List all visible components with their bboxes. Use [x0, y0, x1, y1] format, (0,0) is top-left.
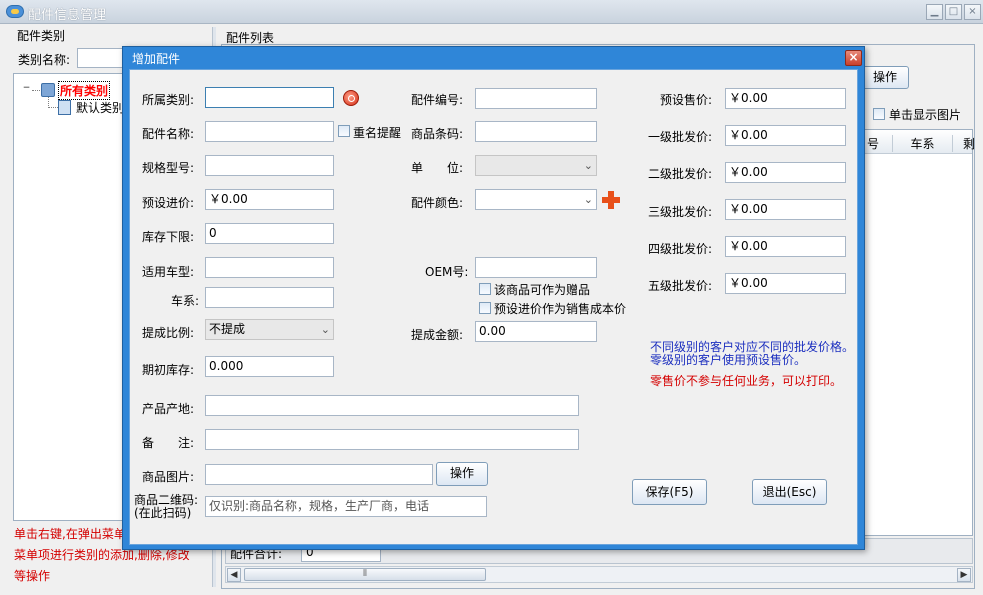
opening-stock-label: 期初库存: — [142, 363, 195, 377]
retail-price-input[interactable]: ￥0.00 — [725, 88, 846, 109]
part-name-label: 配件名称: — [142, 127, 195, 141]
scroll-thumb[interactable]: ⦀ — [244, 568, 486, 581]
oem-input[interactable] — [475, 257, 597, 278]
vehicle-input[interactable] — [205, 257, 334, 278]
wholesale-price-1-input[interactable]: ￥0.00 — [725, 125, 846, 146]
category-name-label: 类别名称: — [18, 53, 71, 67]
horizontal-scrollbar[interactable]: ◀ ⦀ ▶ — [225, 566, 973, 583]
maximize-button[interactable]: □ — [945, 4, 962, 20]
window-title: 配件信息管理 — [28, 8, 107, 23]
spec-label: 规格型号: — [142, 161, 195, 175]
tree-connector — [48, 107, 58, 108]
save-button[interactable]: 保存(F5) — [632, 479, 707, 505]
category-label: 所属类别: — [142, 93, 195, 107]
cost-price-label: 预设进价: — [142, 196, 195, 210]
part-number-label: 配件编号: — [411, 93, 464, 107]
close-window-button[interactable]: × — [964, 4, 981, 20]
scroll-right-icon[interactable]: ▶ — [957, 568, 971, 582]
chevron-down-icon: ⌄ — [583, 193, 593, 206]
image-path-input[interactable] — [205, 464, 433, 485]
barcode-label: 商品条码: — [411, 127, 464, 141]
wholesale-price-5-input[interactable]: ￥0.00 — [725, 273, 846, 294]
wholesale-price-2-input[interactable]: ￥0.00 — [725, 162, 846, 183]
barcode-input[interactable] — [475, 121, 597, 142]
tree-collapse-icon[interactable]: − — [21, 84, 32, 95]
min-stock-label: 库存下限: — [142, 230, 195, 244]
retail-price-note: 零售价不参与任何业务，可以打印。 — [650, 374, 843, 388]
column-header[interactable]: 车系 — [892, 135, 952, 152]
chevron-down-icon: ⌄ — [583, 159, 593, 172]
opening-stock-input[interactable]: 0.000 — [205, 356, 334, 377]
tree-item-default-category[interactable]: 默认类别 — [76, 99, 124, 116]
category-icon — [58, 100, 71, 115]
scroll-left-icon[interactable]: ◀ — [227, 568, 241, 582]
single-click-image-checkbox[interactable] — [873, 108, 885, 120]
wholesale-price-2-label: 二级批发价: — [648, 167, 713, 181]
exit-button[interactable]: 退出(Esc) — [752, 479, 827, 505]
qr-code-label-line: (在此扫码) — [134, 506, 192, 520]
chevron-down-icon: ⌄ — [320, 323, 330, 336]
cost-price-input[interactable]: ￥0.00 — [205, 189, 334, 210]
unit-select[interactable]: ⌄ — [475, 155, 597, 176]
wholesale-price-3-label: 三级批发价: — [648, 205, 713, 219]
wholesale-price-3-input[interactable]: ￥0.00 — [725, 199, 846, 220]
column-header[interactable]: 剩 — [952, 135, 975, 152]
operate-button[interactable]: 操作 — [861, 66, 909, 89]
commission-rate-select[interactable]: 不提成 ⌄ — [205, 319, 334, 340]
category-input[interactable] — [205, 87, 334, 108]
app-logo-icon — [6, 5, 24, 18]
part-number-input[interactable] — [475, 88, 597, 109]
qr-code-input[interactable]: 仅识别:商品名称，规格，生产厂商，电话 — [205, 496, 487, 517]
origin-label: 产品产地: — [142, 402, 195, 416]
oem-label: OEM号: — [425, 265, 469, 279]
commission-amount-input[interactable]: 0.00 — [475, 321, 597, 342]
category-group-caption: 配件类别 — [17, 29, 66, 43]
gift-label: 该商品可作为赠品 — [494, 283, 591, 297]
spec-input[interactable] — [205, 155, 334, 176]
column-header[interactable]: 号 — [862, 135, 892, 152]
image-label: 商品图片: — [142, 470, 195, 484]
series-input[interactable] — [205, 287, 334, 308]
part-name-input[interactable] — [205, 121, 334, 142]
qr-code-label: 商品二维码: (在此扫码) — [134, 494, 198, 520]
minimize-button[interactable]: ▁ — [926, 4, 943, 20]
add-color-plus-icon[interactable] — [602, 191, 620, 209]
main-title-bar: 配件信息管理 ▁ □ × — [0, 0, 983, 24]
image-operate-button[interactable]: 操作 — [436, 462, 488, 486]
series-label: 车系: — [171, 294, 200, 308]
wholesale-price-5-label: 五级批发价: — [648, 279, 713, 293]
duplicate-name-checkbox[interactable] — [338, 125, 350, 137]
cost-as-sale-checkbox[interactable] — [479, 302, 491, 314]
min-stock-input[interactable]: 0 — [205, 223, 334, 244]
retail-price-label: 预设售价: — [660, 93, 713, 107]
category-name-input[interactable] — [77, 48, 127, 68]
single-click-image-label: 单击显示图片 — [889, 108, 962, 122]
wholesale-price-4-input[interactable]: ￥0.00 — [725, 236, 846, 257]
search-icon[interactable] — [343, 90, 359, 106]
price-level-note: 不同级别的客户对应不同的批发价格。 零级别的客户使用预设售价。 — [650, 341, 854, 367]
color-select[interactable]: ⌄ — [475, 189, 597, 210]
color-label: 配件颜色: — [411, 196, 464, 210]
dialog-title: 增加配件 — [132, 52, 181, 66]
dialog-close-button[interactable]: × — [845, 50, 862, 66]
add-part-dialog: 增加配件 × 所属类别: 配件名称: 重名提醒 规格型号: 预设进价: ￥0.0… — [122, 46, 865, 550]
remark-label: 备 注: — [142, 436, 195, 450]
tree-item-all-categories[interactable]: 所有类别 — [58, 81, 111, 100]
wholesale-price-4-label: 四级批发价: — [648, 242, 713, 256]
price-level-note-line: 零级别的客户使用预设售价。 — [650, 353, 807, 367]
commission-amount-label: 提成金额: — [411, 328, 464, 342]
duplicate-name-label: 重名提醒 — [353, 126, 402, 140]
help-line: 等操作 — [14, 569, 51, 583]
gift-checkbox[interactable] — [479, 283, 491, 295]
wholesale-price-1-label: 一级批发价: — [648, 130, 713, 144]
cost-as-sale-label: 预设进价作为销售成本价 — [494, 302, 627, 316]
vehicle-label: 适用车型: — [142, 265, 195, 279]
dialog-body: 所属类别: 配件名称: 重名提醒 规格型号: 预设进价: ￥0.00 库存下限:… — [129, 69, 858, 545]
folder-icon — [41, 83, 55, 97]
commission-rate-label: 提成比例: — [142, 326, 195, 340]
unit-label: 单 位: — [411, 161, 464, 175]
commission-rate-value: 不提成 — [209, 322, 246, 336]
origin-input[interactable] — [205, 395, 579, 416]
remark-input[interactable] — [205, 429, 579, 450]
